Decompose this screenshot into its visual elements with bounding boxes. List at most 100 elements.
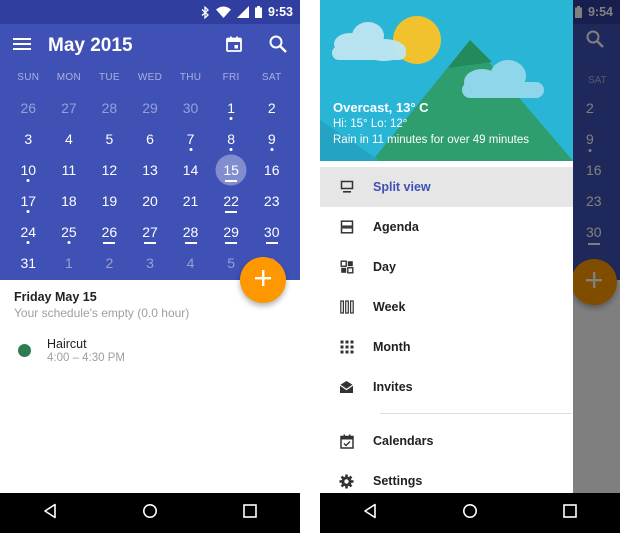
- search-icon: [269, 35, 287, 58]
- day-number: 17: [20, 192, 37, 209]
- day-cell[interactable]: 17: [8, 185, 49, 216]
- day-cell[interactable]: 10: [8, 154, 49, 185]
- week-icon: [320, 300, 373, 314]
- back-icon: [363, 503, 377, 524]
- day-cell[interactable]: 29: [130, 92, 171, 123]
- day-cell[interactable]: 7: [170, 123, 211, 154]
- menu-button[interactable]: [0, 24, 44, 68]
- day-number: 15: [223, 161, 239, 178]
- recents-icon: [243, 503, 257, 523]
- day-cell[interactable]: 6: [130, 123, 171, 154]
- day-cell[interactable]: 1: [49, 247, 90, 278]
- recents-button[interactable]: [545, 493, 595, 533]
- recents-button[interactable]: [225, 493, 275, 533]
- bluetooth-icon: [200, 5, 210, 19]
- day-cell[interactable]: 30: [251, 216, 292, 247]
- day-number: 16: [263, 161, 280, 178]
- day-number: 30: [182, 99, 199, 116]
- day-number: 19: [101, 192, 118, 209]
- add-event-fab[interactable]: [240, 257, 286, 303]
- day-cell[interactable]: 19: [89, 185, 130, 216]
- day-number: 11: [61, 161, 77, 178]
- day-number: 3: [146, 254, 154, 271]
- day-cell[interactable]: 26: [8, 92, 49, 123]
- status-time: 9:53: [267, 5, 293, 19]
- day-cell[interactable]: 25: [49, 216, 90, 247]
- event-title: Haircut: [47, 337, 87, 351]
- day-cell[interactable]: 11: [49, 154, 90, 185]
- home-icon: [462, 503, 478, 524]
- day-number: 1: [227, 99, 236, 116]
- drawer-item-agenda[interactable]: Agenda: [320, 207, 573, 247]
- day-cell[interactable]: 27: [49, 92, 90, 123]
- home-button[interactable]: [445, 493, 495, 533]
- weather-condition: Overcast, 13° C: [333, 100, 429, 115]
- drawer-item-split-view[interactable]: Split view: [320, 167, 573, 207]
- battery-icon: [254, 6, 262, 18]
- day-cell[interactable]: 3: [8, 123, 49, 154]
- day-cell[interactable]: 14: [170, 154, 211, 185]
- weather-rain-forecast: Rain in 11 minutes for over 49 minutes: [333, 134, 530, 146]
- agenda-icon: [320, 220, 373, 234]
- add-icon: [254, 269, 272, 292]
- selected-day-cell[interactable]: 15: [211, 154, 252, 185]
- day-cell[interactable]: 16: [251, 154, 292, 185]
- event-color-dot: [18, 344, 31, 357]
- day-number: 30: [263, 223, 280, 240]
- split-view-icon: [320, 180, 373, 194]
- drawer-item-label: Calendars: [373, 434, 434, 448]
- home-button[interactable]: [125, 493, 175, 533]
- drawer-item-week[interactable]: Week: [320, 287, 573, 327]
- agenda-empty-text: Your schedule's empty (0.0 hour): [14, 306, 190, 320]
- day-cell[interactable]: 12: [89, 154, 130, 185]
- back-button[interactable]: [345, 493, 395, 533]
- day-cell[interactable]: 9: [251, 123, 292, 154]
- drawer-item-label: Invites: [373, 380, 413, 394]
- day-cell[interactable]: 3: [130, 247, 171, 278]
- day-cell[interactable]: 31: [8, 247, 49, 278]
- drawer-item-label: Agenda: [373, 220, 419, 234]
- day-cell[interactable]: 21: [170, 185, 211, 216]
- drawer-item-month[interactable]: Month: [320, 327, 573, 367]
- back-button[interactable]: [25, 493, 75, 533]
- day-cell[interactable]: 5: [89, 123, 130, 154]
- month-day-grid: 26 27 28 29 30 1 2 3 4 5 6 7 8 9 10 11 12 13 14 15 16 17 18 19 2…: [8, 92, 292, 278]
- day-cell[interactable]: 2: [251, 92, 292, 123]
- navigation-drawer: Overcast, 13° C Hi: 15° Lo: 12° Rain in …: [320, 0, 573, 493]
- drawer-item-label: Week: [373, 300, 406, 314]
- month-title-text: May 2015: [48, 35, 133, 56]
- day-cell[interactable]: 1: [211, 92, 252, 123]
- day-cell[interactable]: 29: [211, 216, 252, 247]
- drawer-item-label: Split view: [373, 180, 431, 194]
- day-cell[interactable]: 13: [130, 154, 171, 185]
- day-cell[interactable]: 23: [251, 185, 292, 216]
- day-cell[interactable]: 20: [130, 185, 171, 216]
- recents-icon: [563, 503, 577, 523]
- day-cell[interactable]: 27: [130, 216, 171, 247]
- day-number: 23: [263, 192, 280, 209]
- day-cell[interactable]: 28: [170, 216, 211, 247]
- day-number: 20: [142, 192, 158, 209]
- event-item[interactable]: Haircut 4:00 – 4:30 PM: [16, 336, 286, 368]
- drawer-item-day[interactable]: Day: [320, 247, 573, 287]
- month-title[interactable]: May 2015: [48, 35, 212, 57]
- day-number: 28: [101, 99, 118, 116]
- day-cell[interactable]: 18: [49, 185, 90, 216]
- day-cell[interactable]: 2: [89, 247, 130, 278]
- drawer-item-calendars[interactable]: Calendars: [320, 421, 573, 461]
- day-number: 31: [20, 254, 37, 271]
- day-cell[interactable]: 4: [170, 247, 211, 278]
- system-nav-bar: [320, 493, 620, 533]
- day-cell[interactable]: 26: [89, 216, 130, 247]
- drawer-item-invites[interactable]: Invites: [320, 367, 573, 407]
- today-button[interactable]: [212, 24, 256, 68]
- drawer-item-label: Month: [373, 340, 411, 354]
- day-cell[interactable]: 24: [8, 216, 49, 247]
- day-cell[interactable]: 30: [170, 92, 211, 123]
- search-button[interactable]: [256, 24, 300, 68]
- day-cell[interactable]: 4: [49, 123, 90, 154]
- day-cell[interactable]: 22: [211, 185, 252, 216]
- day-cell[interactable]: 28: [89, 92, 130, 123]
- day-cell[interactable]: 8: [211, 123, 252, 154]
- weather-header: Overcast, 13° C Hi: 15° Lo: 12° Rain in …: [320, 0, 573, 161]
